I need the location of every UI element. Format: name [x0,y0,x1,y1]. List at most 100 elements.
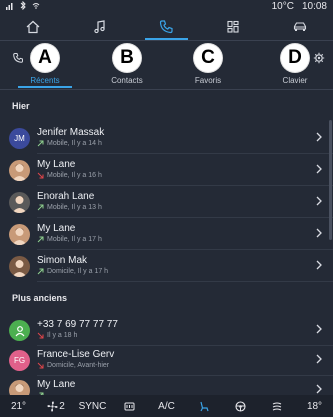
chevron-right-icon[interactable] [315,164,323,174]
contact-name: France-Lise Gerv [37,349,115,360]
airflow-icon [272,402,282,410]
nav-apps[interactable] [200,14,267,40]
top-nav [0,14,333,40]
temperature-left[interactable]: 21° [0,401,37,412]
chevron-right-icon[interactable] [315,324,323,334]
home-icon [26,20,40,34]
call-detail-text: Domicile, Il y a 17 h [47,268,109,275]
signal-icon [6,3,13,10]
wifi-icon [32,3,40,9]
contact-name: My Lane [37,379,76,390]
callout-c: C [194,44,222,72]
call-detail-text: Il y a 18 h [47,332,78,339]
apps-icon [227,20,239,33]
status-bar: 10°C 10:08 [0,0,333,14]
tabs-divider [0,89,333,90]
nav-car[interactable] [266,14,333,40]
call-row[interactable]: Simon Mak Domicile, Il y a 17 h [0,250,333,282]
outgoing-call-icon [37,140,44,147]
outgoing-call-icon [37,204,44,211]
chevron-right-icon[interactable] [315,354,323,364]
callout-a: A [31,44,59,72]
call-details: Domicile, Avant-hier [37,362,109,369]
call-details: Mobile, Il y a 14 h [37,140,102,147]
chevron-right-icon[interactable] [315,260,323,270]
contact-avatar [9,192,30,213]
callout-d: D [281,44,309,72]
contact-avatar [9,160,30,181]
row-divider [37,281,333,282]
ac-button[interactable]: A/C [148,401,185,412]
nav-phone[interactable] [133,14,200,40]
contact-name: My Lane [37,223,76,234]
steering-wheel-icon [235,400,246,412]
tab-label: Favoris [194,76,222,85]
call-details: Mobile, Il y a 13 h [37,204,102,211]
tab-label: Clavier [282,76,308,85]
chevron-right-icon[interactable] [315,196,323,206]
call-details: Mobile, Il y a 17 h [37,236,102,243]
fan-speed[interactable]: 2 [37,400,74,413]
seat-heat-button[interactable] [185,400,222,413]
clock: 10:08 [301,1,327,12]
call-row[interactable]: +33 7 69 77 77 77 Il y a 18 h [0,314,333,346]
sync-button[interactable]: SYNC [74,401,111,412]
tab-label: Récents [30,76,60,85]
temperature-right[interactable]: 18° [296,401,333,412]
call-detail-text: Mobile, Il y a 16 h [47,172,102,179]
fan-direction-button[interactable] [259,400,296,413]
phone-screen: 10°C 10:08 hone A Récents B Contacts C [0,0,333,417]
tab-label: Contacts [111,76,143,85]
outgoing-call-icon [37,236,44,243]
phone-small-icon [13,53,23,63]
call-row[interactable]: My Lane Mobile, Il y a 17 h [0,218,333,250]
call-detail-text: Mobile, Il y a 14 h [47,140,102,147]
section-header-older: Plus anciens [12,293,68,303]
nav-music[interactable] [67,14,134,40]
rear-defrost-icon [124,402,135,410]
car-icon [293,22,306,31]
music-icon [94,20,105,34]
call-detail-text: Mobile, Il y a 17 h [47,236,102,243]
outside-temperature: 10°C [271,1,294,12]
seat-icon [200,401,209,411]
call-details: Domicile, Il y a 17 h [37,268,108,275]
contact-name: Jenifer Massak [37,127,105,138]
steering-heat-button[interactable] [222,400,259,413]
call-row[interactable]: JM Jenifer Massak Mobile, Il y a 14 h [0,122,333,154]
call-row[interactable]: My Lane Mobile, Il y a 16 h [0,154,333,186]
contact-avatar [9,224,30,245]
missed-call-icon [37,332,44,339]
fan-level: 2 [59,400,65,412]
contact-name: +33 7 69 77 77 77 [37,319,118,330]
contact-avatar: JM [9,128,30,149]
outgoing-call-icon [37,268,44,275]
contact-name: Enorah Lane [37,191,95,202]
callout-b: B [113,44,141,72]
gear-icon[interactable] [313,52,325,64]
chevron-right-icon[interactable] [315,132,323,142]
call-row[interactable]: FG France-Lise Gerv Domicile, Avant-hier [0,344,333,376]
call-details: Il y a 18 h [37,332,77,339]
fan-icon [47,400,58,412]
chevron-right-icon[interactable] [315,228,323,238]
scrollbar[interactable] [329,120,332,240]
call-detail-text: Domicile, Avant-hier [47,362,110,369]
section-header-yesterday: Hier [12,101,30,111]
nav-home[interactable] [0,14,67,40]
contact-avatar [9,320,30,341]
contact-avatar: FG [9,350,30,371]
call-row[interactable]: Enorah Lane Mobile, Il y a 13 h [0,186,333,218]
bluetooth-icon [20,1,26,10]
call-details: Mobile, Il y a 16 h [37,172,102,179]
chevron-right-icon[interactable] [315,384,323,394]
rear-defrost-button[interactable] [111,400,148,413]
contact-avatar [9,256,30,277]
missed-call-icon [37,362,44,369]
climate-bar: 21° 2 SYNC A/C 18° [0,395,333,417]
contact-name: Simon Mak [37,255,88,266]
nav-divider [0,40,333,41]
phone-icon [160,20,174,34]
call-detail-text: Mobile, Il y a 13 h [47,204,102,211]
contact-name: My Lane [37,159,76,170]
